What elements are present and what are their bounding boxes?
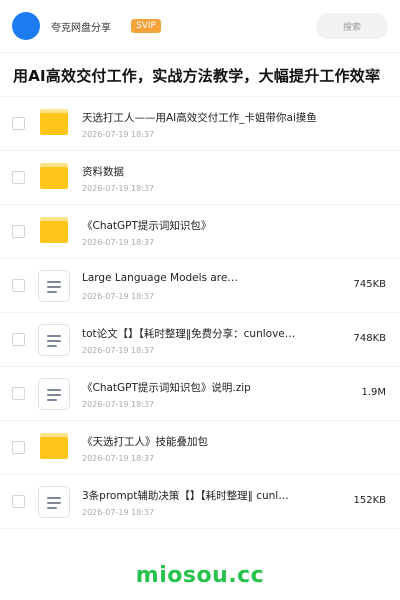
row-checkbox[interactable] — [12, 495, 25, 508]
file-name: 《天选打工人》技能叠加包 — [82, 436, 208, 448]
folder-icon — [40, 163, 68, 189]
document-icon — [38, 378, 70, 410]
file-size: 745KB — [353, 279, 386, 290]
document-icon — [38, 270, 70, 302]
vip-badge: SVIP — [131, 19, 161, 33]
title-row: 用AI高效交付工作，实战方法教学，大幅提升工作效率 5G — [0, 58, 400, 96]
file-date: 2026-07-19 18:37 — [82, 400, 155, 409]
document-icon — [38, 324, 70, 356]
file-date: 2026-07-19 18:37 — [82, 130, 155, 139]
file-date: 2026-07-19 18:37 — [82, 454, 155, 463]
file-name: 《ChatGPT提示词知识包》说明.zip — [82, 382, 251, 394]
app-name: 夸克网盘分享 — [51, 22, 111, 34]
file-row[interactable]: 3条prompt辅助决策【】【耗时整理‖ cunl… 2026-07-19 18… — [0, 475, 400, 529]
file-row[interactable]: tot论文【】【耗时整理‖免费分享：cunlove… 2026-07-19 18… — [0, 313, 400, 367]
row-checkbox[interactable] — [12, 225, 25, 238]
file-row[interactable]: 天选打工人——用AI高效交付工作_卡姐带你ai摸鱼 2026-07-19 18:… — [0, 97, 400, 151]
row-checkbox[interactable] — [12, 387, 25, 400]
row-checkbox[interactable] — [12, 171, 25, 184]
row-checkbox[interactable] — [12, 333, 25, 346]
file-row[interactable]: Large Language Models are… 2026-07-19 18… — [0, 259, 400, 313]
file-name: 《ChatGPT提示词知识包》 — [82, 220, 212, 232]
row-checkbox[interactable] — [12, 441, 25, 454]
file-name: 3条prompt辅助决策【】【耗时整理‖ cunl… — [82, 490, 289, 502]
file-row[interactable]: 《ChatGPT提示词知识包》 2026-07-19 18:37 — [0, 205, 400, 259]
file-row[interactable]: 《ChatGPT提示词知识包》说明.zip 2026-07-19 18:37 1… — [0, 367, 400, 421]
file-date: 2026-07-19 18:37 — [82, 238, 155, 247]
file-name: 天选打工人——用AI高效交付工作_卡姐带你ai摸鱼 — [82, 112, 317, 124]
row-checkbox[interactable] — [12, 279, 25, 292]
file-name: 资料数据 — [82, 166, 124, 178]
header: 夸克网盘分享 SVIP 搜索 — [0, 0, 400, 52]
folder-icon — [40, 217, 68, 243]
file-list: 天选打工人——用AI高效交付工作_卡姐带你ai摸鱼 2026-07-19 18:… — [0, 97, 400, 529]
folder-icon — [40, 433, 68, 459]
file-row[interactable]: 《天选打工人》技能叠加包 2026-07-19 18:37 — [0, 421, 400, 475]
search-placeholder: 搜索 — [342, 22, 361, 33]
file-name: tot论文【】【耗时整理‖免费分享：cunlove… — [82, 328, 296, 340]
avatar[interactable] — [12, 12, 40, 40]
total-size-label: 5G — [368, 68, 381, 78]
file-date: 2026-07-19 18:37 — [82, 508, 155, 517]
folder-icon — [40, 109, 68, 135]
page-title: 用AI高效交付工作，实战方法教学，大幅提升工作效率 — [13, 67, 381, 85]
file-name: Large Language Models are… — [82, 272, 238, 284]
file-row[interactable]: 资料数据 2026-07-19 18:37 — [0, 151, 400, 205]
file-date: 2026-07-19 18:37 — [82, 184, 155, 193]
document-icon — [38, 486, 70, 518]
file-date: 2026-07-19 18:37 — [82, 346, 155, 355]
header-divider — [0, 52, 400, 53]
file-size: 1.9M — [361, 387, 386, 398]
row-checkbox[interactable] — [12, 117, 25, 130]
file-date: 2026-07-19 18:37 — [82, 292, 155, 301]
search-input[interactable]: 搜索 — [316, 13, 388, 39]
footer-logo: miosou.cc — [135, 563, 265, 588]
file-size: 152KB — [353, 495, 386, 506]
file-size: 748KB — [353, 333, 386, 344]
